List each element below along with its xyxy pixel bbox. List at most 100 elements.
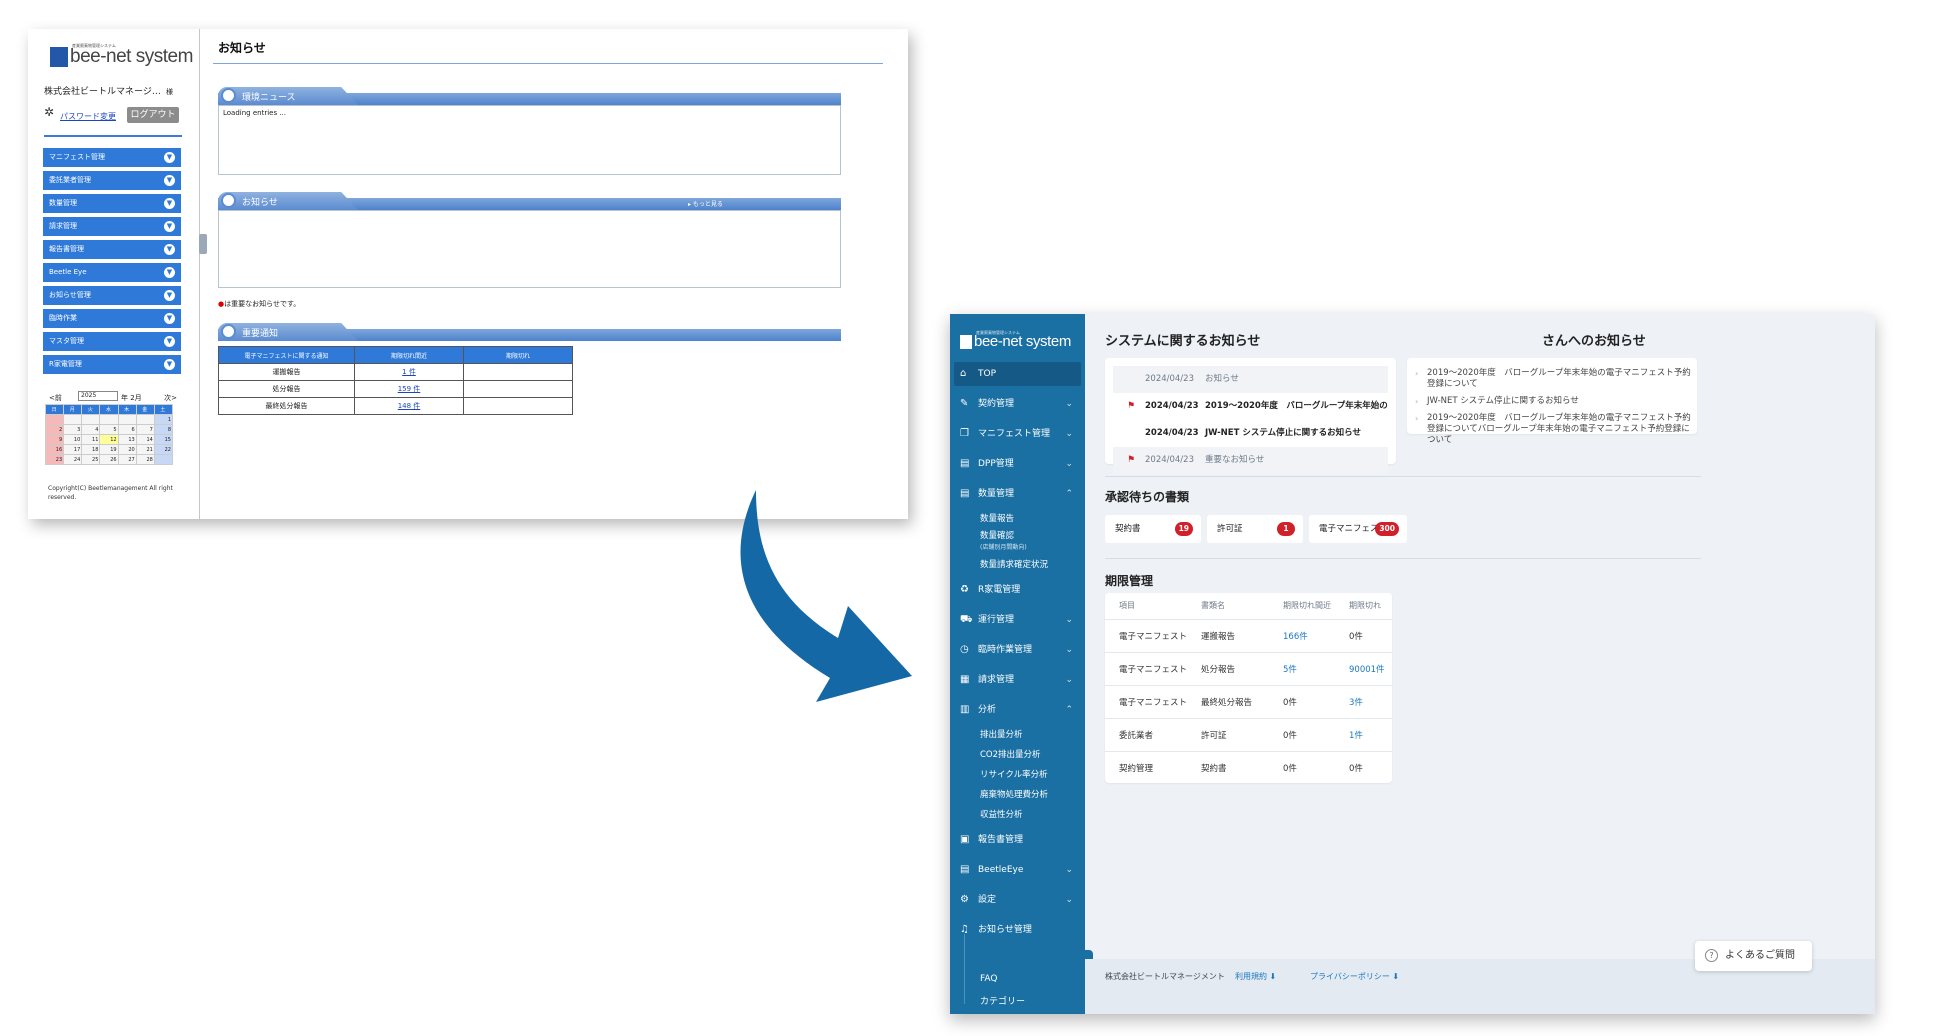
menu-item-temp-work[interactable]: 臨時作業 ▼ <box>43 309 181 328</box>
count-link[interactable]: 3件 <box>1335 685 1392 719</box>
nav-report[interactable]: ▣ 報告書管理 <box>950 825 1085 855</box>
subnav-recycle-rate[interactable]: リサイクル率分析 <box>950 765 1085 785</box>
calendar-day[interactable]: 23 <box>44 454 65 465</box>
notice-item[interactable]: ⚑ 2024/04/23 重要なお知らせ <box>1113 447 1388 474</box>
calendar-day[interactable]: 6 <box>117 424 137 435</box>
calendar-day[interactable]: 5 <box>99 424 119 435</box>
calendar-day[interactable]: 13 <box>117 434 137 445</box>
category-link[interactable]: カテゴリー <box>980 994 1025 1007</box>
calendar-day[interactable]: 15 <box>153 434 174 445</box>
calendar-day[interactable]: 7 <box>135 424 155 435</box>
count-link[interactable]: 1件 <box>1335 718 1392 752</box>
nav-operation[interactable]: ⛟ 運行管理 ⌄ <box>950 605 1085 635</box>
count-link[interactable]: 148 件 <box>354 397 464 415</box>
calendar-day[interactable]: 18 <box>81 444 101 455</box>
calendar-day[interactable]: 14 <box>135 434 155 445</box>
calendar-day[interactable]: 4 <box>81 424 101 435</box>
calendar-day[interactable]: 20 <box>117 444 137 455</box>
calendar-day[interactable]: 2 <box>44 424 65 435</box>
calendar-next[interactable]: 次> <box>164 393 177 403</box>
header-tab <box>218 192 358 210</box>
menu-item-notice[interactable]: お知らせ管理 ▼ <box>43 286 181 305</box>
nav-quantity[interactable]: ▤ 数量管理 ⌃ <box>950 479 1085 509</box>
sidebar-toggle-handle[interactable] <box>199 234 207 254</box>
calendar-day[interactable]: 10 <box>63 434 83 445</box>
faq-button[interactable]: ? よくあるご質問 <box>1695 941 1812 971</box>
calendar-day[interactable] <box>117 414 137 425</box>
faq-link[interactable]: FAQ <box>980 974 997 984</box>
user-notice-item[interactable]: › 2019～2020年度 バローグループ年末年始の電子マニフェスト予約登録につい… <box>1407 413 1691 446</box>
year-select[interactable]: 2025 <box>78 391 118 401</box>
nav-beetleeye[interactable]: ▤ BeetleEye ⌄ <box>950 855 1085 885</box>
pending-permit[interactable]: 許可証 1 <box>1207 515 1303 543</box>
menu-item-report[interactable]: 報告書管理 ▼ <box>43 240 181 259</box>
menu-item-billing[interactable]: 請求管理 ▼ <box>43 217 181 236</box>
calendar-day[interactable] <box>153 454 174 465</box>
count-link[interactable]: 90001件 <box>1335 652 1392 686</box>
calendar-day[interactable] <box>44 414 65 425</box>
calendar-day[interactable]: 28 <box>135 454 155 465</box>
calendar-day[interactable]: 11 <box>81 434 101 445</box>
calendar-day[interactable] <box>99 414 119 425</box>
calendar-day[interactable] <box>63 414 83 425</box>
nav-dpp[interactable]: ▤ DPP管理 ⌄ <box>950 449 1085 479</box>
chevron-down-icon: ▼ <box>164 290 175 301</box>
nav-analysis[interactable]: ▥ 分析 ⌃ <box>950 695 1085 725</box>
count-link[interactable]: 1 件 <box>354 363 464 381</box>
menu-item-contractor[interactable]: 委託業者管理 ▼ <box>43 171 181 190</box>
pending-contract[interactable]: 契約書 19 <box>1105 515 1201 543</box>
nav-temp-work[interactable]: ◷ 臨時作業管理 ⌄ <box>950 635 1085 665</box>
calendar-day[interactable]: 1 <box>153 414 174 425</box>
nav-settings[interactable]: ⚙ 設定 ⌄ <box>950 885 1085 915</box>
subnav-disposal-cost[interactable]: 廃棄物処理費分析 <box>950 785 1085 805</box>
user-notice-item[interactable]: › JW-NET システム停止に関するお知らせ <box>1407 396 1691 407</box>
calendar-day[interactable]: 24 <box>63 454 83 465</box>
nav-manifest[interactable]: ❐ マニフェスト管理 ⌄ <box>950 419 1085 449</box>
user-notice-item[interactable]: › 2019～2020年度 バローグループ年末年始の電子マニフェスト予約登録につい… <box>1407 368 1691 390</box>
subnav-emission[interactable]: 排出量分析 <box>950 725 1085 745</box>
privacy-link[interactable]: プライバシーポリシー ⬇ <box>1310 971 1399 982</box>
menu-item-r-appliance[interactable]: R家電管理 ▼ <box>43 355 181 374</box>
nav-r-appliance[interactable]: ♻ R家電管理 <box>950 575 1085 605</box>
menu-item-beetle-eye[interactable]: Beetle Eye ▼ <box>43 263 181 282</box>
nav-top[interactable]: ⌂ TOP <box>954 362 1081 386</box>
nav-contract[interactable]: ✎ 契約管理 ⌄ <box>950 389 1085 419</box>
notice-item[interactable]: 2024/04/23 お知らせ <box>1113 366 1388 393</box>
menu-item-quantity[interactable]: 数量管理 ▼ <box>43 194 181 213</box>
count-link[interactable]: 159 件 <box>354 380 464 398</box>
nav-billing[interactable]: ▦ 請求管理 ⌄ <box>950 665 1085 695</box>
calendar-day[interactable]: 17 <box>63 444 83 455</box>
calendar-day[interactable]: 22 <box>153 444 174 455</box>
calendar-day[interactable] <box>81 414 101 425</box>
calendar-day[interactable]: 19 <box>99 444 119 455</box>
calendar-day[interactable]: 27 <box>117 454 137 465</box>
password-change-link[interactable]: パスワード変更 <box>60 111 116 122</box>
menu-item-manifest[interactable]: マニフェスト管理 ▼ <box>43 148 181 167</box>
calendar-day[interactable]: 9 <box>44 434 65 445</box>
calendar-day[interactable]: 3 <box>63 424 83 435</box>
notice-item[interactable]: 2024/04/23 JW-NET システム停止に関するお知らせ <box>1113 420 1388 447</box>
count-link[interactable]: 166件 <box>1269 619 1336 653</box>
menu-item-master[interactable]: マスタ管理 ▼ <box>43 332 181 351</box>
pending-e-manifest[interactable]: 電子マニフェスト 300 <box>1309 515 1407 543</box>
logout-button[interactable]: ログアウト <box>127 107 179 123</box>
calendar-day[interactable]: 26 <box>99 454 119 465</box>
subnav-co2[interactable]: CO2排出量分析 <box>950 745 1085 765</box>
subnav-profitability[interactable]: 収益性分析 <box>950 805 1085 825</box>
calendar-day[interactable]: 25 <box>81 454 101 465</box>
subnav-quantity-confirm[interactable]: 数量確認 (店舗別月間動向) <box>950 529 1085 555</box>
subnav-quantity-billing[interactable]: 数量請求確定状況 <box>950 555 1085 575</box>
calendar-day[interactable]: 21 <box>135 444 155 455</box>
notice-item[interactable]: ⚑ 2024/04/23 2019～2020年度 バローグループ年末年始の電子マニフ… <box>1113 393 1388 420</box>
calendar-day[interactable]: 16 <box>44 444 65 455</box>
subnav-quantity-report[interactable]: 数量報告 <box>950 509 1085 529</box>
more-link[interactable]: ▸ もっと見る <box>688 199 723 208</box>
calendar-day[interactable]: 12 <box>99 434 119 445</box>
nav-label: 契約管理 <box>978 399 1015 409</box>
calendar-day[interactable]: 8 <box>153 424 174 435</box>
calendar-prev[interactable]: <前 <box>49 393 62 403</box>
count-link[interactable]: 5件 <box>1269 652 1336 686</box>
terms-link[interactable]: 利用規約 ⬇ <box>1235 971 1276 982</box>
section-header: お知らせ ▸ もっと見る <box>218 192 841 210</box>
calendar-day[interactable] <box>135 414 155 425</box>
